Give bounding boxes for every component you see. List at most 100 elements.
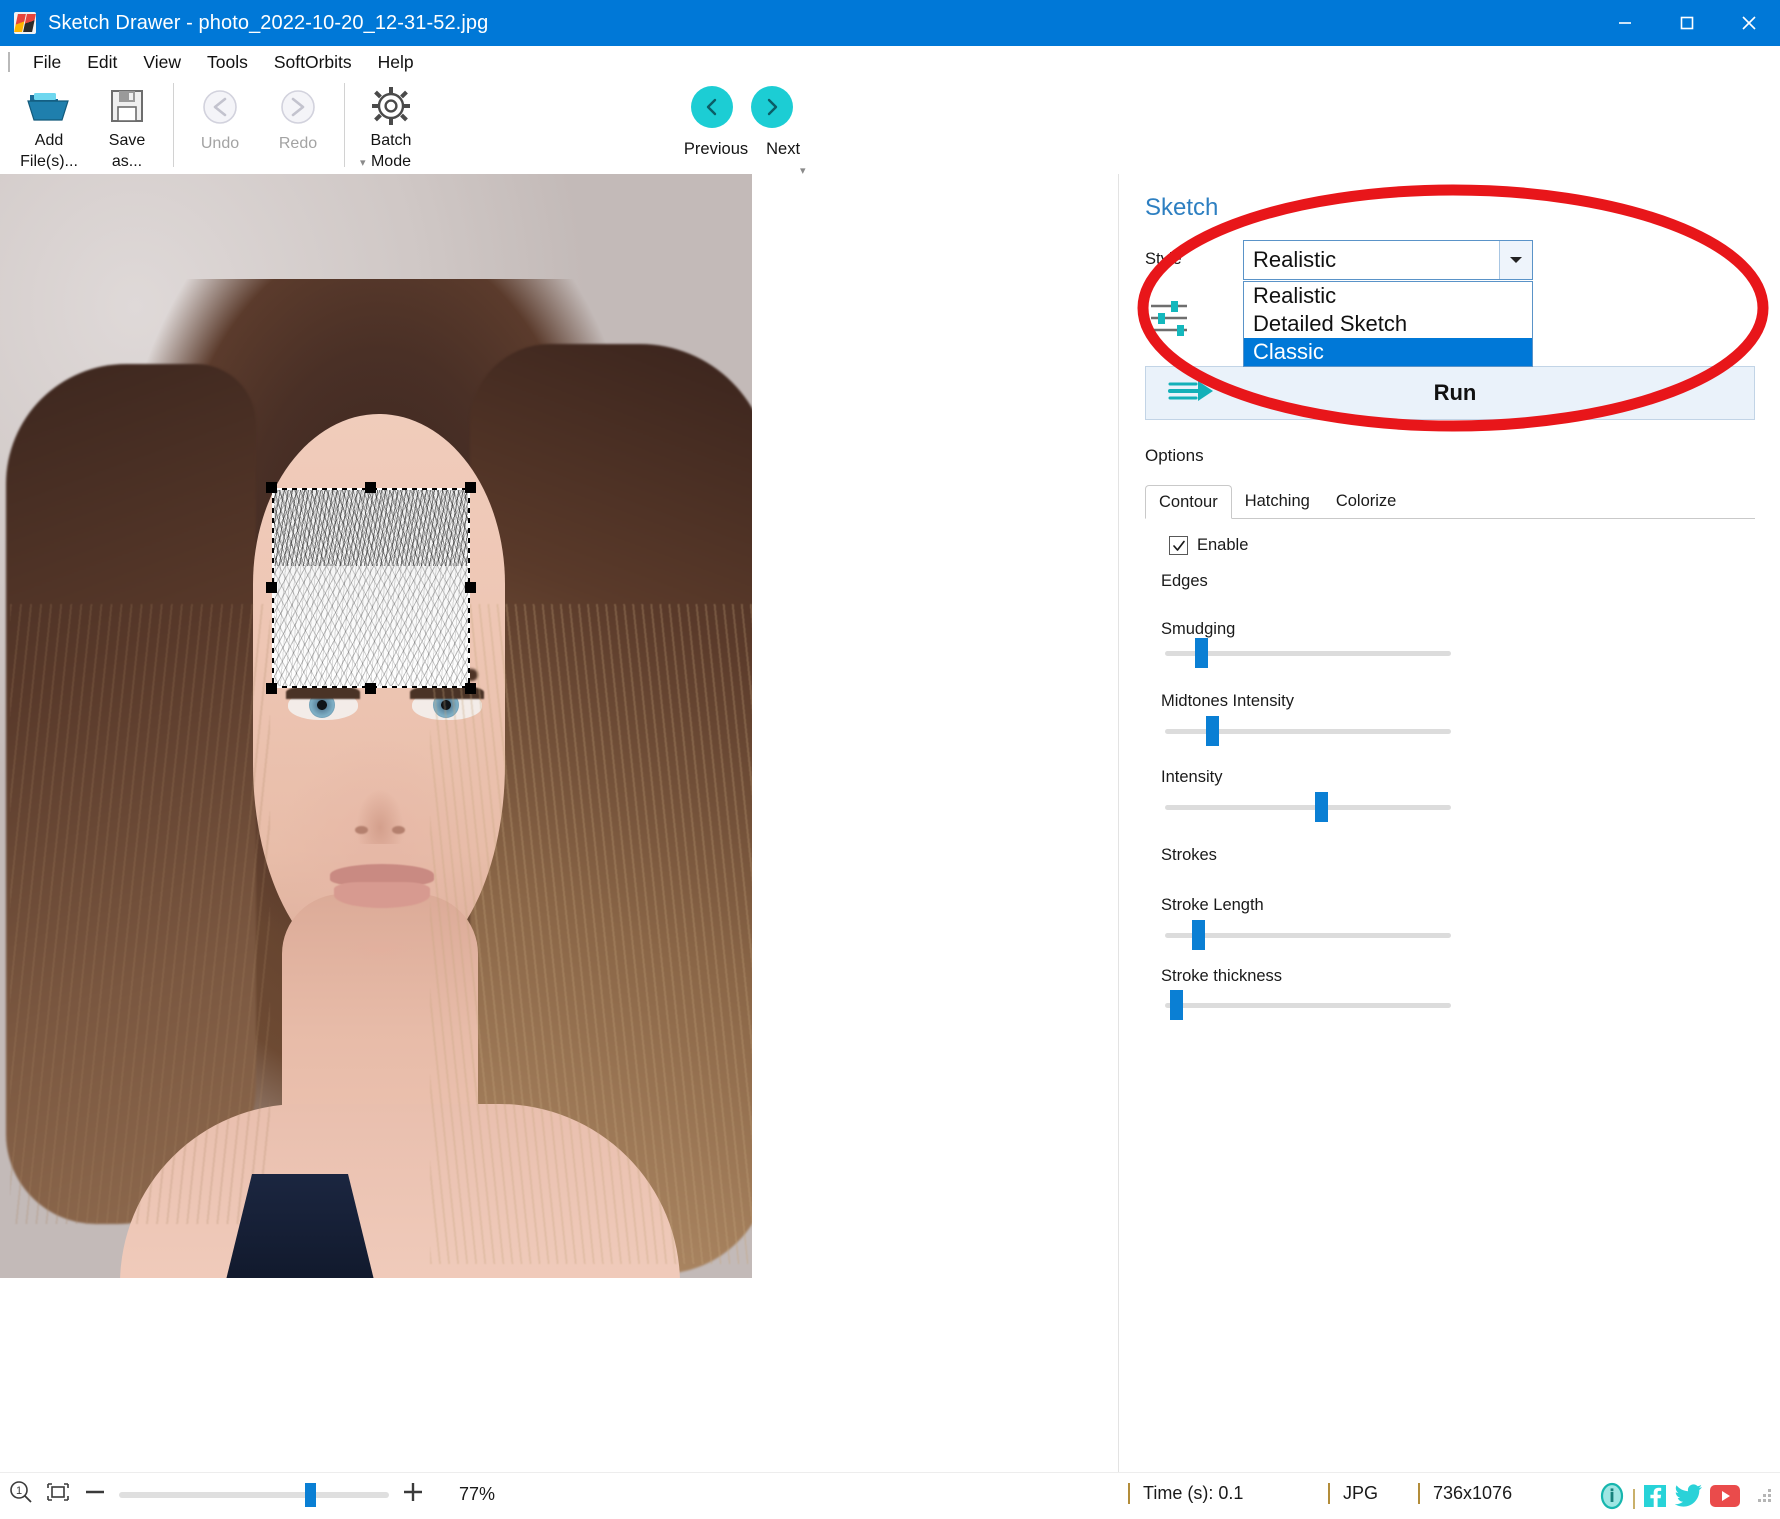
add-files-label: Add File(s)...	[20, 132, 78, 170]
resize-handle-e[interactable]	[465, 582, 476, 593]
slider-track	[1165, 1003, 1451, 1008]
slider-thumb[interactable]	[1192, 920, 1205, 950]
next-label: Next	[766, 140, 801, 158]
options-label: Options	[1145, 446, 1204, 465]
youtube-icon[interactable]	[1710, 1485, 1740, 1512]
resize-handle-ne[interactable]	[465, 482, 476, 493]
selection-region[interactable]	[266, 482, 476, 694]
slider-thumb[interactable]	[1170, 990, 1183, 1020]
slider-thumb[interactable]	[1206, 716, 1219, 746]
zoom-out-icon[interactable]	[82, 1479, 108, 1510]
save-as-label: Save as...	[108, 132, 146, 170]
zoom-slider-thumb[interactable]	[305, 1482, 316, 1507]
toolbar-expander-icon[interactable]: ▾	[360, 156, 366, 169]
maximize-button[interactable]	[1656, 0, 1718, 46]
slider-label-intensity: Intensity	[1161, 768, 1223, 786]
slider-track	[1165, 933, 1451, 938]
slider-thumb[interactable]	[1195, 638, 1208, 668]
dropdown-option-detailed-sketch[interactable]: Detailed Sketch	[1244, 310, 1532, 338]
undo-button[interactable]: Undo	[181, 78, 259, 172]
redo-button[interactable]: Redo	[259, 78, 337, 172]
dropdown-option-realistic[interactable]: Realistic	[1244, 282, 1532, 310]
toolbar-group-navigation: Previous Next ▾	[672, 78, 812, 186]
resize-handle-n[interactable]	[365, 482, 376, 493]
save-disk-icon	[107, 84, 147, 127]
save-as-button[interactable]: Save as...	[88, 78, 166, 172]
slider-label-smudging: Smudging	[1161, 620, 1236, 638]
menu-item-tools[interactable]: Tools	[194, 49, 261, 76]
tab-contour[interactable]: Contour	[1145, 485, 1232, 519]
zoom-in-icon[interactable]	[400, 1479, 426, 1510]
photo-preview[interactable]	[0, 174, 752, 1278]
sketch-settings-panel: Sketch Style Realistic Realistic Detaile…	[1118, 174, 1780, 1472]
window-title: Sketch Drawer - photo_2022-10-20_12-31-5…	[48, 11, 489, 34]
application-window: Sketch Drawer - photo_2022-10-20_12-31-5…	[0, 0, 1780, 1519]
resize-grip[interactable]	[1758, 1489, 1772, 1503]
resize-handle-se[interactable]	[465, 683, 476, 694]
enable-checkbox[interactable]	[1169, 536, 1188, 555]
dropdown-option-classic[interactable]: Classic	[1244, 338, 1532, 366]
tab-hatching[interactable]: Hatching	[1232, 484, 1323, 518]
toolbar-group-file: Add File(s)... Save as... Undo Redo Batc…	[10, 78, 430, 174]
menu-item-help[interactable]: Help	[365, 49, 427, 76]
undo-arrow-icon	[199, 84, 241, 130]
undo-label: Undo	[200, 135, 240, 152]
run-arrow-icon	[1168, 377, 1216, 410]
add-files-button[interactable]: Add File(s)...	[10, 78, 88, 172]
nostril-right	[392, 826, 405, 834]
toolbar-separator-2	[344, 83, 345, 167]
slider-label-stroke-thickness: Stroke thickness	[1161, 967, 1283, 985]
slider-stroke-thickness[interactable]	[1165, 990, 1451, 1020]
previous-button[interactable]	[691, 86, 733, 128]
section-label-strokes: Strokes	[1161, 846, 1217, 864]
facebook-icon[interactable]	[1642, 1483, 1668, 1514]
info-icon[interactable]	[1598, 1482, 1626, 1515]
slider-label-stroke-length: Stroke Length	[1161, 896, 1264, 914]
minimize-button[interactable]	[1594, 0, 1656, 46]
menu-item-softorbits[interactable]: SoftOrbits	[261, 49, 365, 76]
slider-thumb[interactable]	[1315, 792, 1328, 822]
tab-colorize[interactable]: Colorize	[1323, 484, 1410, 518]
menu-item-edit[interactable]: Edit	[74, 49, 130, 76]
menu-item-file[interactable]: File	[20, 49, 74, 76]
lower-lip	[334, 882, 430, 908]
nav-labels-row: Previous Next	[684, 140, 800, 159]
zoom-magnifier-icon[interactable]: 1	[8, 1479, 34, 1510]
canvas-area[interactable]	[0, 174, 1118, 1472]
resize-handle-sw[interactable]	[266, 683, 277, 694]
social-links	[1598, 1482, 1740, 1515]
menu-drag-handle	[8, 52, 10, 72]
toolbar-separator	[173, 83, 174, 167]
menu-item-view[interactable]: View	[130, 49, 194, 76]
resize-handle-s[interactable]	[365, 683, 376, 694]
twitter-icon[interactable]	[1674, 1483, 1703, 1514]
chevron-down-icon[interactable]	[1499, 241, 1532, 279]
run-button[interactable]: Run	[1145, 366, 1755, 420]
style-combobox[interactable]: Realistic	[1243, 240, 1533, 280]
toolbar: Add File(s)... Save as... Undo Redo Batc…	[0, 78, 1780, 177]
resize-handle-nw[interactable]	[266, 482, 277, 493]
hair-strands-right	[430, 604, 752, 1264]
section-label-edges: Edges	[1161, 572, 1208, 590]
gear-icon	[370, 84, 412, 127]
fit-to-window-icon[interactable]	[45, 1479, 71, 1510]
style-row: Style Realistic Realistic Detailed Sketc…	[1145, 240, 1755, 367]
slider-track	[1165, 805, 1451, 810]
zoom-controls: 1 77%	[8, 1479, 495, 1510]
resize-handle-w[interactable]	[266, 582, 277, 593]
app-logo-icon	[14, 12, 36, 34]
status-time: Time (s): 0.1	[1128, 1483, 1243, 1504]
slider-intensity[interactable]	[1165, 792, 1451, 822]
next-button[interactable]	[751, 86, 793, 128]
chin	[330, 934, 430, 970]
zoom-slider[interactable]	[119, 1482, 389, 1507]
slider-midtones-intensity[interactable]	[1165, 716, 1451, 746]
enable-checkbox-row[interactable]: Enable	[1169, 536, 1248, 555]
lips	[330, 864, 434, 910]
slider-smudging[interactable]	[1165, 638, 1451, 668]
socials-divider	[1633, 1488, 1635, 1509]
style-dropdown-list[interactable]: Realistic Detailed Sketch Classic	[1243, 281, 1533, 367]
slider-label-midtones-intensity: Midtones Intensity	[1161, 692, 1294, 710]
close-button[interactable]	[1718, 0, 1780, 46]
slider-stroke-length[interactable]	[1165, 920, 1451, 950]
